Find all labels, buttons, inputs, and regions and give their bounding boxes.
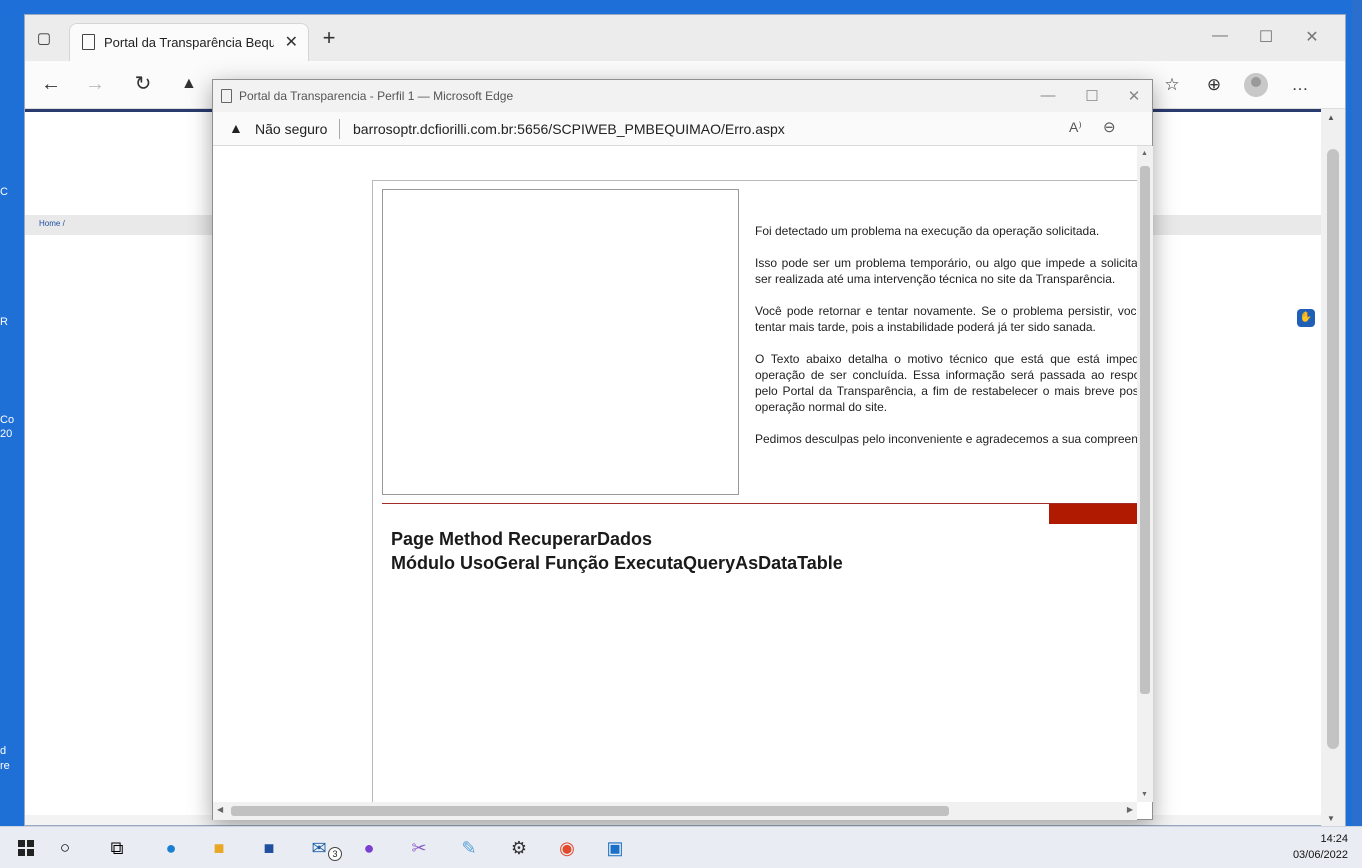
popup-address-bar[interactable]: ▲ Não seguro barrosoptr.dcfiorilli.com.b… bbox=[213, 112, 1152, 146]
page-icon bbox=[82, 34, 95, 50]
popup-maximize-icon[interactable]: ☐ bbox=[1079, 87, 1105, 105]
scrollbar-thumb[interactable] bbox=[1140, 166, 1150, 694]
desktop-label-fragment: C bbox=[0, 186, 8, 198]
close-tab-icon[interactable]: ✕ bbox=[285, 32, 298, 52]
tab-title: Portal da Transparência Bequimã bbox=[104, 35, 274, 50]
message-paragraph: Foi detectado um problema na execução da… bbox=[755, 224, 1100, 238]
back-arrow-icon[interactable]: ← bbox=[37, 73, 65, 95]
popup-titlebar: Portal da Transparencia - Perfil 1 — Mic… bbox=[213, 80, 1152, 112]
tab-actions-icon[interactable]: ▢ bbox=[33, 29, 55, 49]
forward-arrow-icon[interactable]: → bbox=[81, 73, 109, 95]
chrome-icon[interactable]: ◉ bbox=[554, 835, 580, 861]
desktop-background-right bbox=[1352, 0, 1362, 826]
file-explorer-icon[interactable]: ■ bbox=[206, 835, 232, 861]
desktop-label-fragment: re bbox=[0, 760, 10, 772]
new-tab-button[interactable]: + bbox=[317, 27, 341, 51]
refresh-icon[interactable]: ↻ bbox=[129, 73, 157, 95]
warning-icon[interactable]: ▲ bbox=[181, 75, 197, 93]
desktop-label-fragment: 20 bbox=[0, 428, 13, 440]
scroll-up-icon[interactable]: ▲ bbox=[1141, 150, 1148, 157]
breadcrumb[interactable]: Home / bbox=[39, 219, 65, 228]
paint-icon[interactable]: ✎ bbox=[456, 835, 482, 861]
desktop-label-fragment: Co bbox=[0, 414, 15, 426]
mail-badge: 3 bbox=[328, 847, 342, 861]
scroll-up-icon[interactable]: ▲ bbox=[1327, 113, 1335, 122]
tech-detail-line: Módulo UsoGeral Função ExecutaQueryAsDat… bbox=[391, 553, 843, 573]
scroll-right-icon[interactable]: ▶ bbox=[1127, 805, 1133, 814]
system-clock[interactable]: 14:24 03/06/2022 bbox=[1293, 831, 1348, 863]
technical-detail: Page Method RecuperarDados Módulo UsoGer… bbox=[391, 527, 843, 575]
store-icon[interactable]: ■ bbox=[256, 835, 282, 861]
zoom-out-icon[interactable]: ⊖ bbox=[1103, 118, 1116, 136]
scroll-down-icon[interactable]: ▼ bbox=[1327, 814, 1335, 823]
collections-icon[interactable]: ⊕ bbox=[1201, 75, 1227, 95]
error-message: Foi detectado um problema na execução da… bbox=[755, 223, 1137, 463]
popup-horizontal-scrollbar[interactable]: ◀ ▶ bbox=[213, 802, 1137, 820]
error-panel: Foi detectado um problema na execução da… bbox=[372, 180, 1137, 802]
minimize-icon[interactable]: — bbox=[1205, 27, 1235, 45]
message-paragraph: Pedimos desculpas pelo inconveniente e a… bbox=[755, 432, 1137, 446]
scrollbar-thumb[interactable] bbox=[231, 806, 949, 816]
maximize-icon[interactable]: ☐ bbox=[1251, 27, 1281, 47]
scroll-down-icon[interactable]: ▼ bbox=[1141, 791, 1148, 798]
photos-icon[interactable]: ▣ bbox=[602, 835, 628, 861]
tech-detail-line: Page Method RecuperarDados bbox=[391, 529, 653, 549]
details-tab[interactable]: D bbox=[1049, 504, 1137, 524]
message-paragraph: O Texto abaixo detalha o motivo técnico … bbox=[755, 352, 1137, 414]
tab-portal-transparencia[interactable]: Portal da Transparência Bequimã ✕ bbox=[69, 23, 309, 61]
read-aloud-icon[interactable]: A⁾ bbox=[1069, 119, 1082, 136]
message-paragraph: Isso pode ser um problema temporário, ou… bbox=[755, 256, 1137, 286]
main-vertical-scrollbar[interactable]: ▲ ▼ bbox=[1321, 109, 1345, 827]
scrollbar-thumb[interactable] bbox=[1327, 149, 1339, 749]
popup-window-title: Portal da Transparencia - Perfil 1 — Mic… bbox=[239, 89, 514, 103]
url-text[interactable]: barrosoptr.dcfiorilli.com.br:5656/SCPIWE… bbox=[353, 121, 785, 137]
desktop-label-fragment: R bbox=[0, 316, 8, 328]
popup-minimize-icon[interactable]: — bbox=[1035, 87, 1061, 104]
desktop-background bbox=[0, 0, 1362, 14]
task-view-icon[interactable]: ⧉ bbox=[104, 835, 130, 861]
clock-time: 14:24 bbox=[1320, 833, 1348, 845]
popup-window: Portal da Transparencia - Perfil 1 — Mic… bbox=[212, 79, 1153, 820]
popup-close-icon[interactable]: ✕ bbox=[1121, 87, 1147, 105]
scroll-left-icon[interactable]: ◀ bbox=[217, 805, 223, 814]
start-button[interactable] bbox=[18, 840, 34, 856]
more-options-icon[interactable]: … bbox=[1287, 75, 1313, 95]
page-icon bbox=[221, 89, 232, 103]
error-image-frame bbox=[382, 189, 739, 495]
popup-page-content: Foi detectado um problema na execução da… bbox=[213, 146, 1137, 802]
clock-date: 03/06/2022 bbox=[1292, 849, 1348, 861]
warning-icon[interactable]: ▲ bbox=[229, 120, 243, 136]
edge-icon[interactable]: ● bbox=[158, 835, 184, 861]
message-paragraph: Você pode retornar e tentar novamente. S… bbox=[755, 304, 1137, 334]
settings-gear-icon[interactable]: ⚙ bbox=[506, 835, 532, 861]
profile-avatar[interactable] bbox=[1244, 73, 1268, 97]
accessibility-icon[interactable]: ✋ bbox=[1297, 309, 1315, 327]
snipping-tool-icon[interactable]: ✂ bbox=[406, 835, 432, 861]
taskbar: ○ ⧉ ● ■ ■ ✉ 3 ● ✂ ✎ ⚙ ◉ ▣ 14:24 03/06/20… bbox=[0, 826, 1362, 868]
tab-bar: ▢ Portal da Transparência Bequimã ✕ + — … bbox=[25, 15, 1345, 61]
popup-vertical-scrollbar[interactable]: ▲ ▼ bbox=[1137, 146, 1153, 802]
divider bbox=[339, 119, 340, 139]
app-drop-icon[interactable]: ● bbox=[356, 835, 382, 861]
desktop-label-fragment: d bbox=[0, 745, 7, 757]
not-secure-label[interactable]: Não seguro bbox=[255, 121, 327, 137]
favorites-icon[interactable]: ☆ bbox=[1159, 75, 1185, 95]
close-window-icon[interactable]: ✕ bbox=[1297, 27, 1327, 47]
search-icon[interactable]: ○ bbox=[52, 835, 78, 861]
divider-line bbox=[382, 503, 1137, 504]
